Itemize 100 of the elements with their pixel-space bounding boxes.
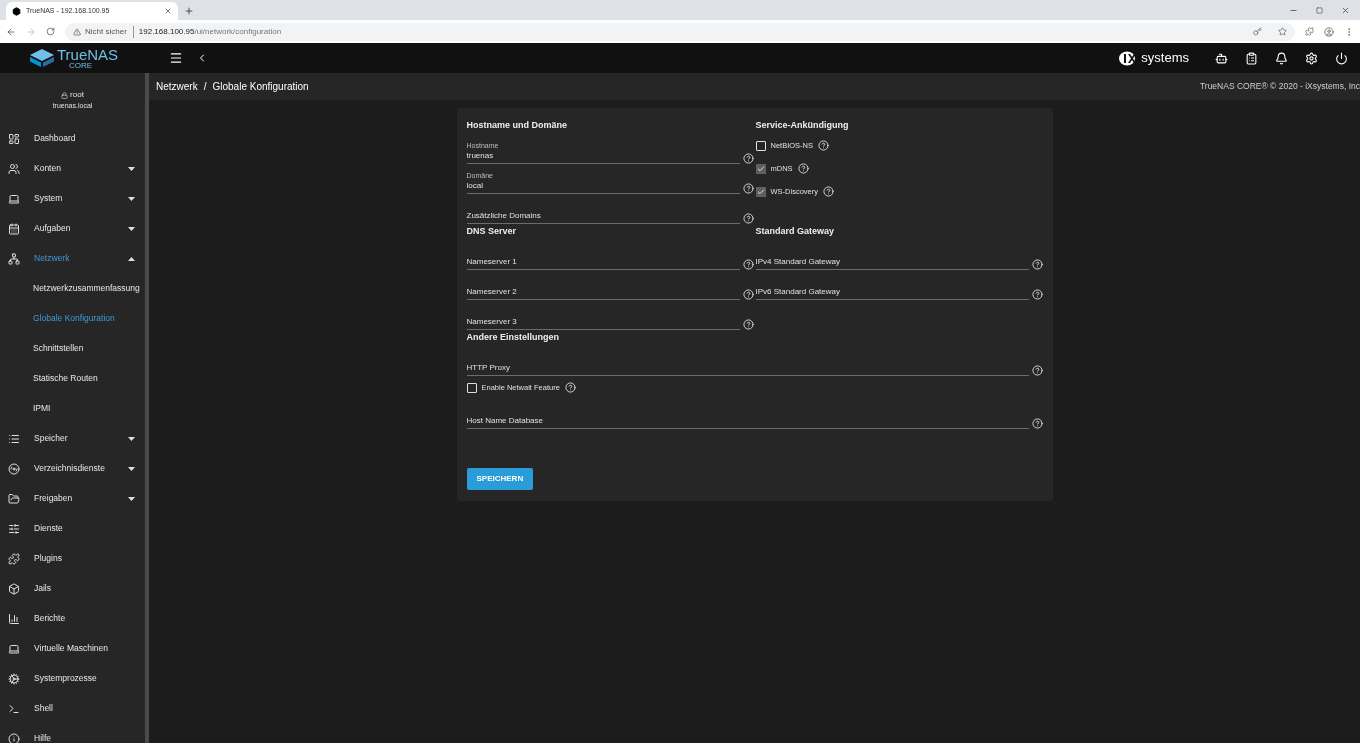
checkbox[interactable] [755, 186, 766, 197]
sidebar-item[interactable]: Dienste [0, 513, 145, 544]
sidebar-item[interactable]: Dashboard [0, 123, 145, 154]
folder-icon [8, 492, 20, 505]
warning-icon [73, 27, 81, 36]
sidebar-item[interactable]: Shell [0, 693, 145, 724]
help-icon[interactable] [742, 319, 754, 330]
list-icon [8, 432, 20, 445]
help-icon[interactable] [742, 153, 754, 164]
help-icon[interactable] [742, 183, 754, 194]
sidebar-item[interactable]: Konten [0, 153, 145, 184]
sidebar-item[interactable]: Jails [0, 573, 145, 604]
robot-icon[interactable] [1215, 51, 1228, 65]
reload-icon[interactable] [46, 27, 55, 36]
field-placeholder: Nameserver 3 [466, 316, 518, 327]
clipboard-icon[interactable] [1245, 51, 1258, 65]
input-field[interactable]: Zusätzliche Domains [466, 210, 740, 224]
new-tab-icon[interactable] [184, 6, 194, 16]
field-placeholder: Nameserver 1 [466, 256, 518, 267]
field-placeholder: Zusätzliche Domains [466, 210, 542, 221]
sidebar-subitem[interactable]: Statische Routen [0, 363, 145, 394]
sidebar-item[interactable]: Freigaben [0, 483, 145, 514]
help-icon[interactable] [818, 140, 829, 151]
input-field[interactable]: Nameserver 2 [466, 286, 740, 300]
puzzle-icon [8, 552, 20, 565]
sidebar-item[interactable]: Aufgaben [0, 213, 145, 244]
logo-subtext: CORE [68, 61, 94, 70]
field-placeholder: IPv6 Standard Gateway [755, 286, 841, 297]
input-field[interactable]: Nameserver 1 [466, 256, 740, 270]
help-icon[interactable] [742, 259, 754, 270]
help-icon[interactable] [742, 289, 754, 300]
breadcrumb-item: Globale Konfiguration [212, 80, 309, 94]
help-icon[interactable] [1031, 259, 1043, 270]
power-icon[interactable] [1335, 51, 1348, 65]
dashboard-icon [8, 132, 20, 145]
sidebar-item[interactable]: Verzeichnisdienste [0, 453, 145, 484]
help-icon[interactable] [1031, 289, 1043, 300]
laptop-icon [8, 642, 20, 655]
sidebar-item[interactable]: Virtuelle Maschinen [0, 633, 145, 664]
key-icon[interactable] [1253, 27, 1262, 36]
section-title: Service-Ankündigung [755, 119, 850, 132]
vendor-text: systems [1141, 49, 1189, 68]
back-icon[interactable] [6, 26, 16, 37]
address-bar[interactable]: Nicht sicher 192.168.100.95/ui/network/configuration [65, 22, 1295, 41]
help-icon[interactable] [742, 213, 754, 224]
caret-down-icon [128, 466, 135, 471]
sidebar-item[interactable]: Plugins [0, 543, 145, 574]
sidebar-subitem[interactable]: IPMI [0, 393, 145, 424]
bookmark-star-icon[interactable] [1278, 27, 1287, 36]
caret-down-icon [128, 196, 135, 201]
bar-chart-icon [8, 612, 20, 625]
sidebar-subitem[interactable]: Globale Konfiguration [0, 303, 145, 334]
logo-text: TrueNAS [57, 46, 120, 62]
checkbox[interactable] [755, 163, 766, 174]
sidebar-subitem[interactable]: Schnittstellen [0, 333, 145, 364]
field-placeholder: IPv4 Standard Gateway [755, 256, 841, 267]
settings-icon[interactable] [1305, 51, 1318, 65]
checkbox[interactable] [755, 140, 766, 151]
lock-icon [61, 91, 69, 99]
sidebar-item[interactable]: Hilfe [0, 723, 145, 743]
box-icon [8, 582, 20, 595]
sidebar-item[interactable]: Berichte [0, 603, 145, 634]
sidebar-item[interactable]: Systemprozesse [0, 663, 145, 694]
close-window-icon[interactable] [1341, 5, 1350, 15]
profile-icon[interactable] [1324, 26, 1334, 37]
gear-icon [8, 672, 20, 685]
sidebar-item[interactable]: Speicher [0, 423, 145, 454]
calendar-icon [8, 222, 20, 235]
breadcrumb-item[interactable]: Netzwerk [156, 79, 198, 94]
disc-icon [8, 462, 20, 475]
section-title: Standard Gateway [755, 225, 836, 238]
caret-down-icon [128, 226, 135, 231]
security-label: Nicht sicher [85, 25, 127, 38]
section-title: Hostname und Domäne [466, 119, 568, 132]
bell-icon[interactable] [1275, 51, 1288, 65]
help-icon[interactable] [564, 382, 576, 393]
help-icon[interactable] [823, 186, 834, 197]
extensions-icon[interactable] [1305, 27, 1314, 36]
truenas-logo-icon [30, 49, 54, 67]
input-field[interactable]: IPv4 Standard Gateway [755, 256, 1029, 270]
sidebar-subitem[interactable]: Netzwerkzusammenfassung [0, 273, 145, 304]
field-placeholder: Host Name Database [466, 415, 544, 426]
sidebar-item[interactable]: Netzwerk [0, 243, 145, 274]
help-icon[interactable] [1031, 365, 1043, 376]
input-field[interactable]: IPv6 Standard Gateway [755, 286, 1029, 300]
help-icon[interactable] [1031, 418, 1043, 429]
maximize-icon[interactable] [1316, 6, 1323, 14]
checkbox[interactable] [466, 382, 477, 393]
section-title: Andere Einstellungen [466, 331, 560, 344]
sidebar-item[interactable]: System [0, 183, 145, 214]
input-field[interactable]: Nameserver 3 [466, 316, 740, 330]
input-field[interactable]: HTTP Proxy [466, 362, 1029, 376]
help-icon[interactable] [797, 163, 809, 174]
username: root [70, 89, 84, 101]
menu-icon[interactable] [169, 51, 183, 65]
field-value: truenas [466, 150, 495, 161]
input-field[interactable]: Host Name Database [466, 415, 1029, 429]
close-icon[interactable] [164, 7, 172, 15]
network-icon [8, 252, 20, 265]
section-title: DNS Server [466, 225, 518, 238]
